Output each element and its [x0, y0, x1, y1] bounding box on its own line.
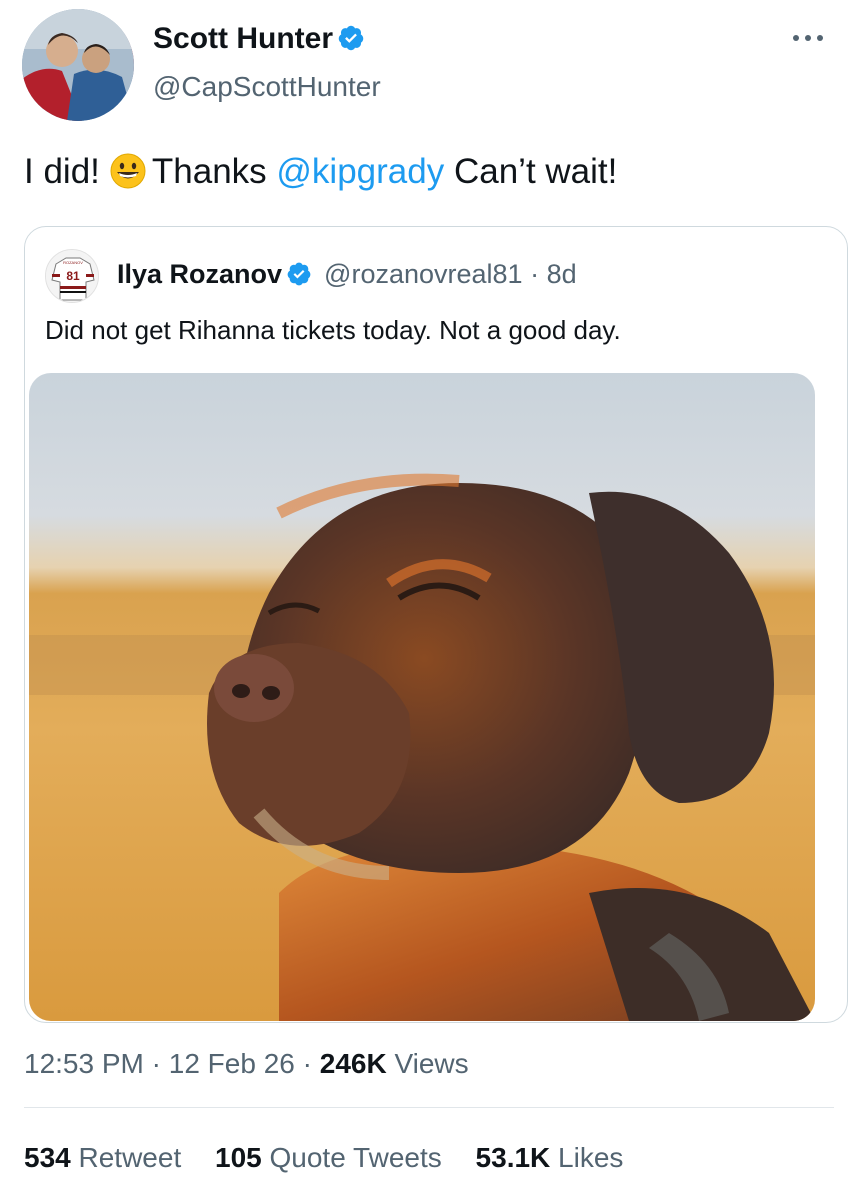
likes-label: Likes	[558, 1142, 624, 1173]
author-handle[interactable]: @CapScottHunter	[153, 70, 381, 104]
tweet-date[interactable]: 12 Feb 26	[169, 1048, 295, 1079]
retweets-stat[interactable]: 534 Retweet	[24, 1142, 181, 1173]
quoted-tweet-text: Did not get Rihanna tickets today. Not a…	[45, 315, 621, 345]
quoted-author-avatar[interactable]: ROZANOV 81	[45, 249, 99, 303]
quote-tweets-stat[interactable]: 105 Quote Tweets	[215, 1142, 442, 1173]
likes-stat[interactable]: 53.1K Likes	[476, 1142, 624, 1173]
hockey-jersey-icon: ROZANOV 81	[46, 250, 98, 302]
quotes-label: Quote Tweets	[269, 1142, 442, 1173]
mention-link[interactable]: @kipgrady	[276, 152, 444, 191]
engagement-stats: 534 Retweet 105 Quote Tweets 53.1K Likes	[24, 1140, 649, 1176]
verified-badge-icon	[287, 262, 311, 286]
retweets-count: 534	[24, 1142, 71, 1173]
tweet-text: I did! Thanks @kipgrady Can’t wait!	[24, 150, 617, 194]
quotes-count: 105	[215, 1142, 262, 1173]
jersey-number-text: 81	[66, 269, 80, 283]
views-label: Views	[394, 1048, 469, 1079]
meta-separator: ·	[302, 1048, 312, 1079]
quoted-age[interactable]: 8d	[547, 259, 577, 289]
grinning-face-emoji-icon	[110, 153, 146, 189]
more-options-icon[interactable]	[790, 28, 826, 48]
tweet-text-part2: Thanks	[151, 152, 267, 191]
meta-separator: ·	[151, 1048, 161, 1079]
quoted-media[interactable]	[29, 373, 815, 1021]
divider	[24, 1107, 834, 1108]
author-avatar[interactable]	[22, 9, 134, 121]
tweet-meta: 12:53 PM · 12 Feb 26 · 246K Views	[24, 1046, 469, 1082]
quoted-display-name[interactable]: Ilya Rozanov	[117, 259, 282, 289]
tweet-text-part3: Can’t wait!	[453, 152, 618, 191]
dog-photo-icon	[29, 373, 815, 1021]
retweets-label: Retweet	[78, 1142, 182, 1173]
profile-photo-icon	[22, 9, 134, 121]
quoted-separator: ·	[530, 259, 540, 289]
verified-badge-icon	[338, 25, 364, 51]
quoted-tweet-card[interactable]: ROZANOV 81 Ilya Rozanov @rozanovreal81 · …	[24, 226, 848, 1023]
tweet-text-part1: I did!	[24, 152, 100, 191]
svg-text:ROZANOV: ROZANOV	[63, 260, 83, 265]
author-display-name[interactable]: Scott Hunter	[153, 22, 365, 56]
tweet-time[interactable]: 12:53 PM	[24, 1048, 144, 1079]
quoted-author-line: Ilya Rozanov @rozanovreal81 · 8d	[117, 257, 577, 291]
author-name-text: Scott Hunter	[153, 22, 333, 55]
quoted-handle[interactable]: @rozanovreal81	[324, 259, 523, 289]
views-count: 246K	[319, 1048, 387, 1079]
likes-count: 53.1K	[475, 1142, 551, 1173]
